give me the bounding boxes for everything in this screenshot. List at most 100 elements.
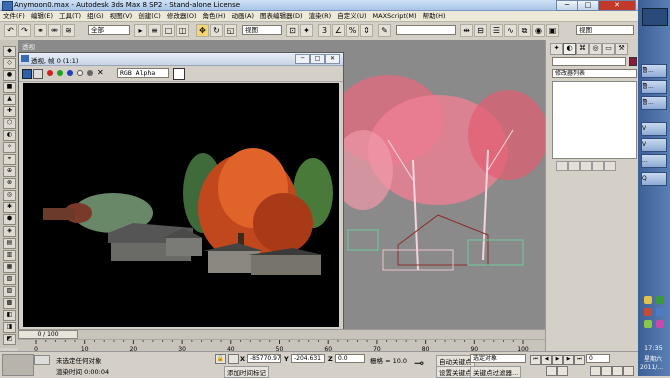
maximize-viewport-icon[interactable] xyxy=(623,366,634,376)
taskbar-item[interactable]: V xyxy=(641,138,667,152)
tool-icon[interactable]: ▲ xyxy=(3,94,16,105)
key-icon[interactable]: ⊸ xyxy=(414,356,424,370)
blue-channel-icon[interactable] xyxy=(67,70,73,76)
menu-item[interactable]: 工具(T) xyxy=(56,11,84,21)
tool-icon[interactable]: ✧ xyxy=(3,142,16,153)
absolute-mode-icon[interactable] xyxy=(228,354,239,364)
modifier-list-dropdown[interactable]: 修改器列表 xyxy=(552,69,637,78)
tray-icon[interactable] xyxy=(656,296,664,304)
selection-filter-dropdown[interactable]: 全部 xyxy=(88,25,130,35)
taskbar-item[interactable]: 鲁... xyxy=(641,96,667,110)
named-selection-icon[interactable]: ✎ xyxy=(378,24,391,37)
rect-selection-icon[interactable]: □ xyxy=(162,24,175,37)
show-end-result-icon[interactable] xyxy=(568,161,580,171)
menu-item[interactable]: 创建(C) xyxy=(135,11,164,21)
set-key-button[interactable]: 设置关键点 xyxy=(436,366,475,378)
make-unique-icon[interactable] xyxy=(580,161,592,171)
menu-item[interactable]: 文件(F) xyxy=(0,11,28,21)
menu-item[interactable]: 自定义(U) xyxy=(334,11,369,21)
tool-icon[interactable]: ✚ xyxy=(3,106,16,117)
tray-icon[interactable] xyxy=(644,308,652,316)
tool-icon[interactable]: ⊗ xyxy=(3,178,16,189)
tool-icon[interactable]: ■ xyxy=(3,82,16,93)
window-crossing-icon[interactable]: ◫ xyxy=(176,24,189,37)
previous-frame-icon[interactable]: ◀ xyxy=(541,355,552,365)
current-frame-field[interactable]: 0 xyxy=(586,354,610,363)
tool-icon[interactable]: ⬢ xyxy=(3,214,16,225)
link-icon[interactable]: ⚭ xyxy=(34,24,47,37)
create-tab-icon[interactable]: ✦ xyxy=(550,43,563,55)
redo-icon[interactable]: ↷ xyxy=(18,24,31,37)
key-filters-button[interactable]: 关键点过滤器... xyxy=(470,366,522,378)
tool-icon[interactable]: ▦ xyxy=(3,262,16,273)
x-coordinate-field[interactable]: -85770.97 xyxy=(247,354,281,363)
tool-icon[interactable]: ◈ xyxy=(3,226,16,237)
taskbar-item[interactable]: 鲁... xyxy=(641,80,667,94)
red-channel-icon[interactable] xyxy=(47,70,53,76)
curve-editor-icon[interactable]: ∿ xyxy=(504,24,517,37)
menu-item[interactable]: 组(G) xyxy=(84,11,107,21)
menu-item[interactable]: 角色(H) xyxy=(200,11,229,21)
modifier-stack[interactable] xyxy=(552,81,637,159)
selected-object-dropdown[interactable]: 选定对象 xyxy=(470,354,526,363)
object-name-field[interactable] xyxy=(552,57,626,66)
bind-space-warp-icon[interactable]: ≋ xyxy=(62,24,75,37)
menu-item[interactable]: 视图(V) xyxy=(107,11,136,21)
lock-selection-icon[interactable]: 🔒 xyxy=(215,354,226,364)
tool-icon[interactable]: ⌖ xyxy=(3,154,16,165)
tool-icon[interactable]: ◆ xyxy=(3,46,16,57)
unlink-icon[interactable]: ⚮ xyxy=(48,24,61,37)
remove-modifier-icon[interactable] xyxy=(592,161,604,171)
clone-icon[interactable] xyxy=(33,69,43,79)
angle-snap-icon[interactable]: ∠ xyxy=(332,24,345,37)
orbit-icon[interactable] xyxy=(612,366,623,376)
tool-icon[interactable]: ⊕ xyxy=(3,166,16,177)
alpha-channel-icon[interactable] xyxy=(77,70,83,76)
frame-maximize-button[interactable]: □ xyxy=(310,54,325,64)
tool-icon[interactable]: ▨ xyxy=(3,286,16,297)
scale-icon[interactable]: ◱ xyxy=(224,24,237,37)
motion-tab-icon[interactable]: ◎ xyxy=(589,43,602,55)
minimize-button[interactable]: ─ xyxy=(556,0,578,11)
tool-icon[interactable]: ⬡ xyxy=(3,118,16,129)
menu-item[interactable]: 动画(A) xyxy=(228,11,257,21)
undo-icon[interactable]: ↶ xyxy=(4,24,17,37)
tray-icon[interactable] xyxy=(656,320,664,328)
menu-item[interactable]: 编辑(E) xyxy=(28,11,56,21)
align-icon[interactable]: ⊟ xyxy=(474,24,487,37)
play-icon[interactable]: ▶ xyxy=(552,355,563,365)
go-to-end-icon[interactable]: ⏭ xyxy=(574,355,585,365)
save-icon[interactable] xyxy=(22,69,32,79)
modify-tab-icon[interactable]: ◐ xyxy=(563,43,576,55)
taskbar-item[interactable]: ... xyxy=(641,154,667,168)
mono-icon[interactable] xyxy=(87,70,93,76)
tool-icon[interactable]: ◧ xyxy=(3,310,16,321)
tray-icon[interactable] xyxy=(644,320,652,328)
next-frame-icon[interactable]: ▶ xyxy=(563,355,574,365)
channel-dropdown[interactable]: RGB Alpha xyxy=(117,68,169,78)
zoom-icon[interactable] xyxy=(590,366,601,376)
green-channel-icon[interactable] xyxy=(57,70,63,76)
taskbar-item[interactable]: 鲁... xyxy=(641,64,667,78)
taskbar-item[interactable]: V xyxy=(641,122,667,136)
y-coordinate-field[interactable]: -204.631 xyxy=(291,354,325,363)
clear-icon[interactable]: ✕ xyxy=(97,68,104,77)
hierarchy-tab-icon[interactable]: ⌘ xyxy=(576,43,589,55)
frame-minimize-button[interactable]: ─ xyxy=(295,54,310,64)
menu-item[interactable]: MAXScript(M) xyxy=(370,11,420,21)
display-tab-icon[interactable]: ▭ xyxy=(602,43,615,55)
render-view-dropdown[interactable]: 视图 xyxy=(576,25,634,35)
tool-icon[interactable]: ◩ xyxy=(3,334,16,345)
pivot-icon[interactable]: ⊡ xyxy=(286,24,299,37)
spinner-snap-icon[interactable]: ⇕ xyxy=(360,24,373,37)
tool-icon[interactable]: ◇ xyxy=(3,58,16,69)
named-selection-dropdown[interactable] xyxy=(396,25,456,35)
z-coordinate-field[interactable]: 0.0 xyxy=(335,354,365,363)
pin-stack-icon[interactable] xyxy=(556,161,568,171)
tool-icon[interactable]: ▥ xyxy=(3,250,16,261)
configure-sets-icon[interactable] xyxy=(604,161,616,171)
layer-manager-icon[interactable]: ☰ xyxy=(490,24,503,37)
select-manipulate-icon[interactable]: ✦ xyxy=(300,24,313,37)
key-mode-icon[interactable] xyxy=(546,366,557,376)
close-button[interactable]: ✕ xyxy=(598,0,636,11)
